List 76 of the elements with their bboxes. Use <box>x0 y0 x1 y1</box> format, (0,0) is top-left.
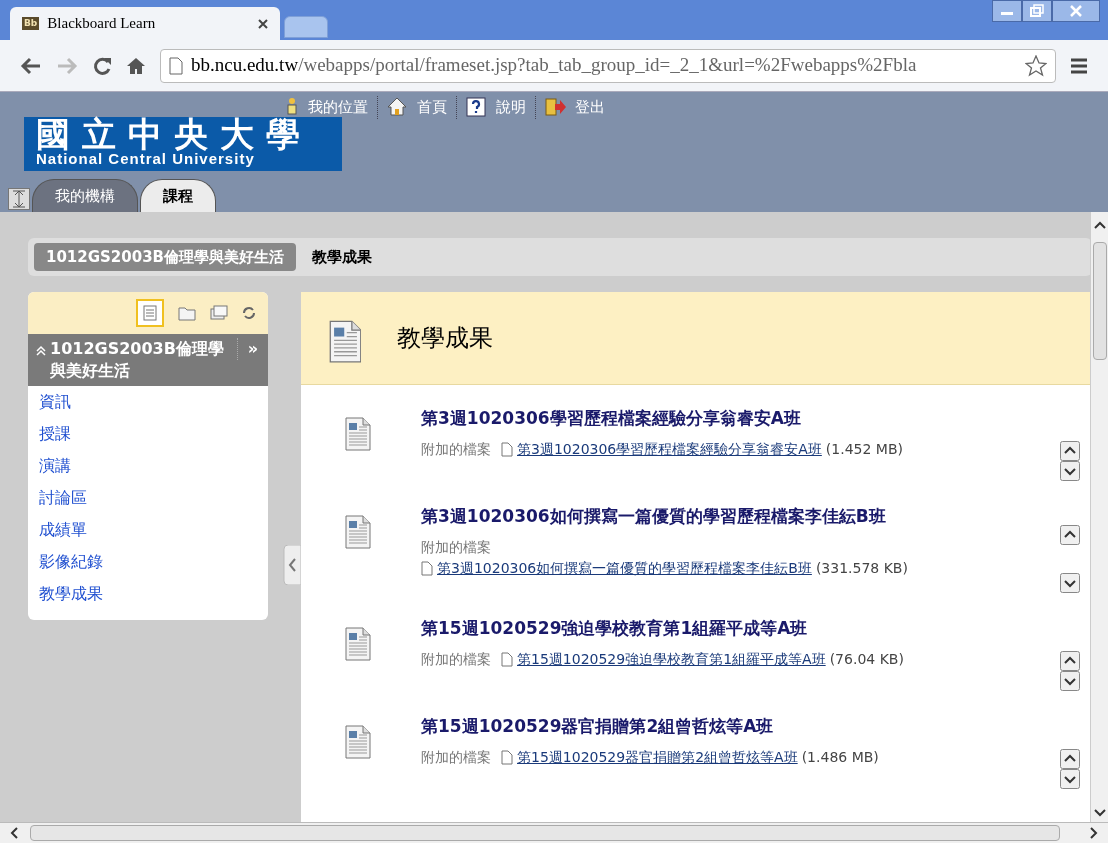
course-menu-link[interactable]: 授課 <box>28 418 268 450</box>
course-menu-link[interactable]: 資訊 <box>28 386 268 418</box>
file-size: (1.486 MB) <box>801 748 879 767</box>
file-size: (1.452 MB) <box>825 440 903 459</box>
course-menu-link[interactable]: 演講 <box>28 450 268 482</box>
favicon: Bb <box>22 17 40 30</box>
close-window-icon[interactable] <box>1052 0 1100 22</box>
person-icon <box>284 97 300 118</box>
page-icon <box>169 56 183 75</box>
move-down-icon[interactable] <box>1060 769 1080 789</box>
star-icon[interactable] <box>1025 54 1047 77</box>
scrollbar-thumb[interactable] <box>30 825 1060 841</box>
vertical-scrollbar[interactable] <box>1090 212 1108 822</box>
collapse-icon[interactable] <box>36 344 46 358</box>
document-icon <box>345 417 371 451</box>
attachment-link[interactable]: 第15週1020529強迫學校教育第1組羅平成等A班 <box>517 649 826 670</box>
course-title: 1012GS2003B倫理學與美好生活 <box>50 338 225 382</box>
move-up-icon[interactable] <box>1060 651 1080 671</box>
attachment-label: 附加的檔案 <box>421 440 491 459</box>
breadcrumb-link[interactable]: 1012GS2003B倫理學與美好生活 <box>34 242 297 272</box>
course-menu-link[interactable]: 成績單 <box>28 514 268 546</box>
page-title: 教學成果 <box>397 323 493 354</box>
expand-menu-button[interactable]: » <box>236 338 260 360</box>
attachment-label: 附加的檔案 <box>421 748 491 767</box>
course-menu-link[interactable]: 教學成果 <box>28 578 268 610</box>
document-icon <box>345 627 371 661</box>
url-text: bb.ncu.edu.tw/webapps/portal/frameset.jsp?tab_tab_group_id=_2_1&url=%2Fwebapps%2Fbla <box>191 53 918 78</box>
scrollbar-thumb[interactable] <box>1092 242 1107 360</box>
file-icon <box>501 750 513 765</box>
reload-icon[interactable] <box>92 55 112 76</box>
back-arrow-icon[interactable] <box>20 56 42 75</box>
home-icon[interactable] <box>126 55 146 76</box>
logo-subtitle: National Central University <box>36 151 255 166</box>
item-title-link[interactable]: 第3週1020306學習歷程檔案經驗分享翁睿安A班 <box>421 405 1060 431</box>
document-icon <box>345 725 371 759</box>
item-title-link[interactable]: 第15週1020529器官捐贈第2組曾哲炫等A班 <box>421 713 1060 739</box>
restore-icon[interactable] <box>1022 0 1052 22</box>
move-up-icon[interactable] <box>1060 441 1080 461</box>
close-icon[interactable] <box>258 18 268 29</box>
attachment-link[interactable]: 第3週1020306如何撰寫一篇優質的學習歷程檔案李佳紜B班 <box>437 558 812 579</box>
course-menu-link[interactable]: 討論區 <box>28 482 268 514</box>
breadcrumb-current: 教學成果 <box>312 246 373 268</box>
document-icon <box>329 320 361 366</box>
file-icon <box>501 652 513 667</box>
windows-icon[interactable] <box>210 305 228 321</box>
attachment-link[interactable]: 第3週1020306學習歷程檔案經驗分享翁睿安A班 <box>517 439 822 460</box>
attachment-label: 附加的檔案 <box>421 650 491 669</box>
minimize-icon[interactable] <box>992 0 1022 22</box>
attachment-label: 附加的檔案 <box>421 538 492 557</box>
file-size: (331.578 KB) <box>815 559 908 578</box>
tab-title: Blackboard Learn <box>47 14 157 34</box>
move-up-icon[interactable] <box>1060 525 1080 545</box>
menu-icon[interactable] <box>1070 57 1088 74</box>
item-title-link[interactable]: 第15週1020529強迫學校教育第1組羅平成等A班 <box>421 615 1060 641</box>
file-icon <box>421 561 433 576</box>
move-down-icon[interactable] <box>1060 671 1080 691</box>
browser-tab[interactable]: Bb Blackboard Learn <box>10 7 280 40</box>
move-down-icon[interactable] <box>1060 573 1080 593</box>
attachment-link[interactable]: 第15週1020529器官捐贈第2組曾哲炫等A班 <box>517 747 798 768</box>
document-icon <box>345 515 371 549</box>
refresh-icon[interactable] <box>242 305 256 321</box>
horizontal-scrollbar[interactable] <box>0 822 1108 843</box>
move-down-icon[interactable] <box>1060 461 1080 481</box>
address-bar[interactable]: bb.ncu.edu.tw/webapps/portal/frameset.jsp?tab_tab_group_id=_2_1&url=%2Fwebapps%2Fbla <box>160 48 1056 83</box>
item-title-link[interactable]: 第3週1020306如何撰寫一篇優質的學習歷程檔案李佳紜B班 <box>421 503 1060 529</box>
file-icon <box>501 442 513 457</box>
file-size: (76.04 KB) <box>829 650 904 669</box>
home-icon <box>387 97 409 118</box>
nav-tab[interactable]: 課程 <box>140 179 216 212</box>
nav-tab[interactable]: 我的機構 <box>32 179 138 212</box>
collapse-handle-icon[interactable] <box>283 545 301 585</box>
help-icon <box>466 97 488 118</box>
move-up-icon[interactable] <box>1060 749 1080 769</box>
course-menu-link[interactable]: 影像紀錄 <box>28 546 268 578</box>
logout-icon <box>545 97 567 118</box>
resize-icon[interactable] <box>8 188 30 210</box>
